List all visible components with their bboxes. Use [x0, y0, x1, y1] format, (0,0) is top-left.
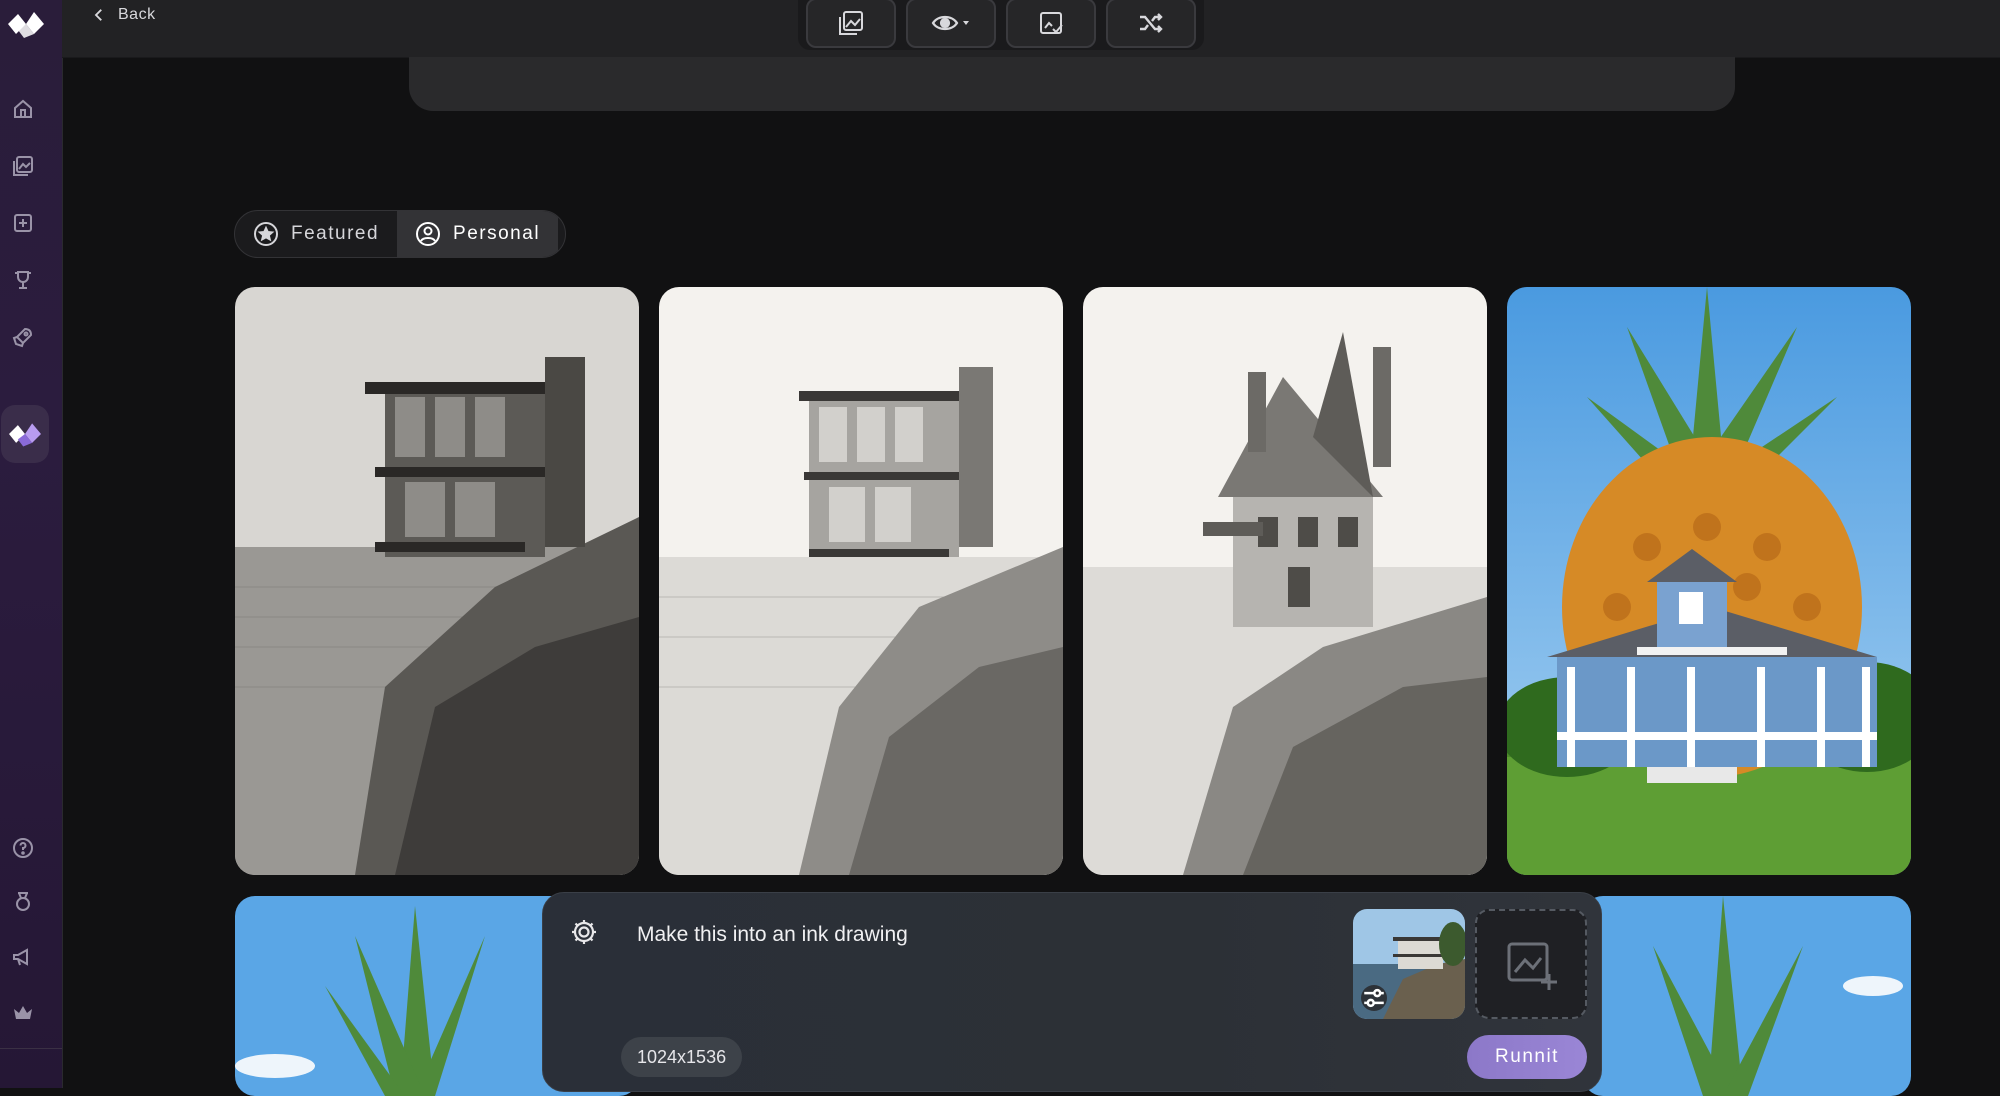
- gallery-image-sketch-house-2[interactable]: [659, 287, 1063, 875]
- gallery-image-pineapple-3[interactable]: [1583, 896, 1911, 1096]
- prompt-panel: Make this into an ink drawing 1024x1536 …: [542, 892, 1602, 1092]
- create-icon[interactable]: [11, 211, 35, 235]
- size-chip[interactable]: 1024x1536: [621, 1037, 743, 1077]
- runnit-button[interactable]: Runnit: [1467, 1035, 1587, 1079]
- megaphone-icon[interactable]: [11, 945, 35, 969]
- gallery-image-pineapple-house[interactable]: [1507, 287, 1911, 875]
- image-check-icon: [1040, 12, 1063, 34]
- sidebar: [0, 0, 63, 1088]
- chevron-left-icon: [94, 9, 102, 21]
- trophy-icon[interactable]: [11, 268, 35, 292]
- gallery-image-sketch-cottage[interactable]: [1083, 287, 1487, 875]
- back-label: Back: [118, 6, 156, 23]
- home-icon[interactable]: [11, 97, 35, 121]
- reference-image-thumbnail[interactable]: [1353, 909, 1465, 1019]
- sidebar-divider: [0, 1048, 62, 1049]
- tab-featured[interactable]: Featured: [235, 211, 397, 257]
- image-check-button[interactable]: [1006, 0, 1096, 48]
- visibility-dropdown-button[interactable]: [906, 0, 996, 48]
- tab-personal-label: Personal: [453, 223, 541, 244]
- user-circle-icon: [416, 222, 441, 246]
- star-circle-icon: [254, 222, 278, 246]
- back-button[interactable]: Back: [90, 6, 156, 24]
- image-stack-icon: [839, 11, 863, 35]
- eye-icon: [931, 15, 969, 31]
- toolbar: [798, 0, 1204, 50]
- tab-featured-label: Featured: [291, 223, 380, 244]
- settings-gear-icon[interactable]: [569, 917, 599, 947]
- crown-icon[interactable]: [11, 1001, 35, 1025]
- shuffle-icon: [1140, 13, 1163, 33]
- top-panel: [409, 57, 1735, 111]
- runnit-logo-icon: [9, 423, 41, 447]
- runnit-app-button[interactable]: [1, 405, 49, 463]
- app-logo-icon[interactable]: [4, 6, 48, 42]
- adjust-icon[interactable]: [1361, 985, 1387, 1011]
- gallery-icon[interactable]: [11, 154, 35, 178]
- badge-icon[interactable]: [11, 890, 35, 914]
- image-gallery-button[interactable]: [806, 0, 896, 48]
- add-image-icon: [1507, 942, 1557, 990]
- shuffle-button[interactable]: [1106, 0, 1196, 48]
- help-icon[interactable]: [11, 836, 35, 860]
- rocket-icon[interactable]: [11, 325, 35, 349]
- tab-personal[interactable]: Personal: [397, 211, 559, 257]
- gallery-tabs: Featured Personal: [234, 210, 566, 258]
- add-image-button[interactable]: [1475, 909, 1587, 1019]
- prompt-text[interactable]: Make this into an ink drawing: [637, 923, 908, 947]
- gallery-image-sketch-house-1[interactable]: [235, 287, 639, 875]
